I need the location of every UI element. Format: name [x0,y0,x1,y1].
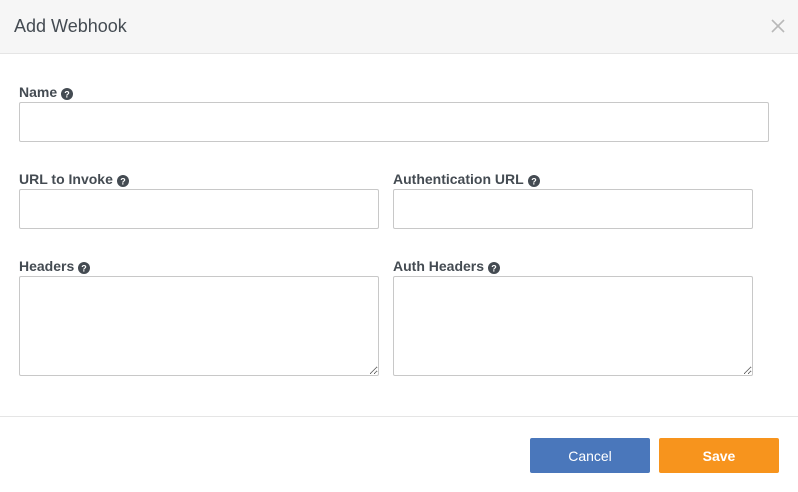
svg-text:?: ? [64,89,70,99]
headers-label: Headers ? [19,257,91,275]
headers-textarea[interactable] [19,276,379,376]
name-input[interactable] [19,102,769,142]
cancel-button[interactable]: Cancel [530,438,650,473]
question-circle-icon[interactable]: ? [488,260,501,274]
name-label: Name ? [19,83,74,101]
question-circle-icon[interactable]: ? [78,260,91,274]
auth-headers-label: Auth Headers ? [393,257,501,275]
auth-headers-label-text: Auth Headers [393,258,485,274]
add-webhook-dialog: Add Webhook Name ? URL to Invoke ? Authe… [0,0,798,492]
url-to-invoke-input[interactable] [19,189,379,229]
save-button[interactable]: Save [659,438,779,473]
dialog-title: Add Webhook [14,16,127,36]
svg-text:?: ? [531,176,537,186]
dialog-header: Add Webhook [0,0,798,54]
auth-headers-textarea[interactable] [393,276,753,376]
url-to-invoke-label: URL to Invoke ? [19,170,129,188]
authentication-url-label: Authentication URL ? [393,170,540,188]
question-circle-icon[interactable]: ? [116,173,129,187]
svg-text:?: ? [82,263,88,273]
question-circle-icon[interactable]: ? [61,86,74,100]
close-icon[interactable] [769,17,787,35]
svg-text:?: ? [120,176,126,186]
svg-text:?: ? [491,263,497,273]
question-circle-icon[interactable]: ? [527,173,540,187]
name-label-text: Name [19,84,58,100]
authentication-url-input[interactable] [393,189,753,229]
headers-label-text: Headers [19,258,75,274]
authentication-url-label-text: Authentication URL [393,171,524,187]
url-to-invoke-label-text: URL to Invoke [19,171,113,187]
dialog-footer: Cancel Save [0,416,798,492]
